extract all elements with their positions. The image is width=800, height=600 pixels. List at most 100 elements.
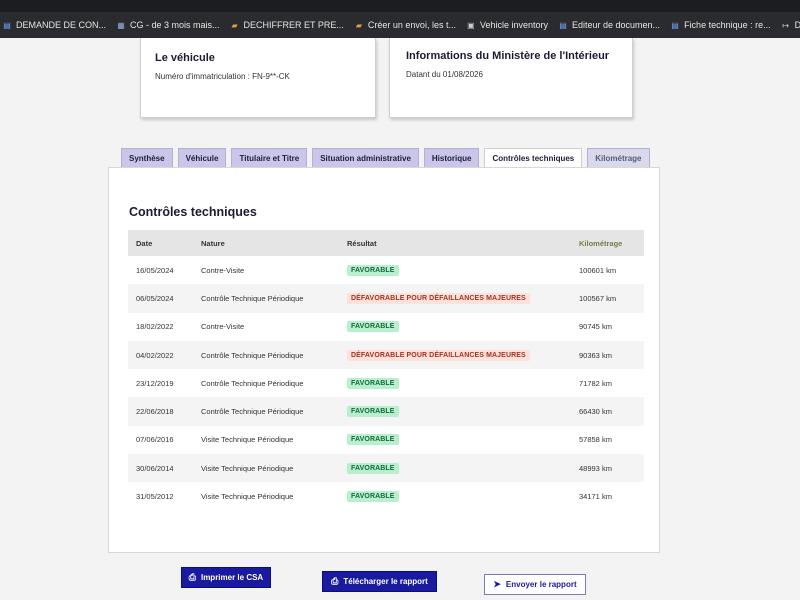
tab-controles-techniques[interactable]: Contrôles techniques (484, 148, 583, 167)
tab-kilometrage[interactable]: Kilométrage (587, 148, 650, 167)
cell-date: 18/02/2022 (136, 322, 174, 332)
ministry-card: Informations du Ministère de l'Intérieur… (389, 38, 633, 118)
bookmark-label: Fiche technique : re... (684, 20, 771, 30)
folder-icon: ▰ (231, 20, 238, 30)
browser-top-strip (0, 0, 800, 12)
header-nature: Nature (193, 230, 339, 256)
print-csa-label: Imprimer le CSA (200, 573, 264, 582)
printer-icon: ⎙ (188, 572, 196, 582)
bookmark-item[interactable]: ▤ DEMANDE DE CON... (2, 20, 106, 30)
grid-icon: ▦ (117, 20, 125, 30)
header-date: Date (128, 230, 193, 256)
ministry-date: Datant du 01/08/2026 (406, 70, 483, 79)
registration-number: Numéro d'immatriculation : FN-9**-CK (155, 72, 290, 81)
bookmark-item[interactable]: ▣ Vehicle inventory (466, 20, 548, 30)
table-header-row: Date Nature Résultat Kilométrage (128, 230, 644, 256)
table-row: 23/12/2019 Contrôle Technique Périodique F… (128, 369, 644, 397)
controles-panel: Contrôles techniques Date Nature Résulta… (108, 167, 660, 553)
download-report-button[interactable]: ⎙ Télécharger le rapport (322, 571, 437, 592)
status-badge: FAVORABLE (347, 321, 399, 333)
cell-kilometrage: 100567 km (571, 284, 644, 313)
table-row: 16/05/2024 Contre-Visite FAVORABLE 100601 k… (128, 256, 644, 284)
status-badge: FAVORABLE (347, 462, 399, 474)
bookmark-label: DEMANDE DE CON... (794, 20, 800, 30)
cell-resultat: FAVORABLE (339, 369, 571, 397)
cell-nature: Contrôle Technique Périodique (193, 340, 339, 370)
tab-titulaire[interactable]: Titulaire et Titre (231, 148, 308, 167)
bookmark-item[interactable]: ▤ Fiche technique : re... (670, 20, 771, 30)
tab-situation-administrative[interactable]: Situation administrative (312, 148, 419, 167)
download-report-label: Télécharger le rapport (343, 577, 428, 586)
bookmark-item[interactable]: ▦ CG - de 3 mois mais... (116, 20, 219, 30)
cell-resultat: DÉFAVORABLE POUR DÉFAILLANCES MAJEURES (339, 340, 571, 370)
status-badge: FAVORABLE (347, 406, 399, 418)
cell-resultat: FAVORABLE (339, 426, 571, 454)
status-badge: FAVORABLE (347, 491, 399, 503)
cell-resultat: FAVORABLE (339, 256, 571, 284)
table-row: 31/05/2012 Visite Technique Périodique FAV… (128, 482, 644, 510)
cell-kilometrage: 57858 km (579, 435, 612, 445)
controles-table: Date Nature Résultat Kilométrage 16/05/2… (128, 230, 644, 511)
status-badge: DÉFAVORABLE POUR DÉFAILLANCES MAJEURES (347, 349, 530, 361)
cell-date: 22/06/2018 (128, 397, 193, 426)
cell-kilometrage: 90745 km (579, 322, 612, 332)
doc-icon: ▤ (559, 20, 567, 30)
cell-nature: Visite Technique Périodique (201, 435, 294, 445)
cell-nature: Contre-Visite (201, 265, 245, 275)
tab-bar: Synthèse Véhicule Titulaire et Titre Sit… (121, 148, 650, 167)
cell-resultat: FAVORABLE (339, 313, 571, 341)
vehicle-card: Le véhicule Numéro d'immatriculation : F… (140, 38, 376, 118)
cell-nature: Visite Technique Périodique (193, 454, 339, 483)
vehicle-card-title: Le véhicule (155, 52, 215, 64)
table-row: 30/06/2014 Visite Technique Périodique FAV… (128, 454, 644, 483)
cell-date: 31/05/2012 (136, 492, 174, 502)
cell-date: 23/12/2019 (136, 378, 174, 388)
doc-icon: ▤ (671, 20, 679, 30)
tab-vehicule[interactable]: Véhicule (177, 148, 227, 167)
cell-nature: Contrôle Technique Périodique (201, 378, 304, 388)
cell-kilometrage: 48993 km (571, 454, 644, 483)
status-badge: FAVORABLE (347, 434, 399, 446)
tab-synthese[interactable]: Synthèse (121, 148, 173, 167)
table-row: 22/06/2018 Contrôle Technique Périodique F… (128, 397, 644, 426)
header-kilometrage: Kilométrage (571, 230, 644, 256)
cell-kilometrage: 100601 km (579, 265, 617, 275)
car-icon: ▣ (467, 20, 475, 30)
cell-nature: Visite Technique Périodique (201, 492, 294, 502)
cell-nature: Contrôle Technique Périodique (193, 284, 339, 313)
send-report-label: Envoyer le rapport (505, 580, 577, 589)
printer-icon: ⎙ (331, 576, 339, 586)
bookmark-item[interactable]: ▤ Editeur de documen... (558, 20, 660, 30)
status-badge: FAVORABLE (347, 264, 399, 276)
cell-date: 04/02/2022 (128, 340, 193, 370)
bookmarks-bar: ▤ DEMANDE DE CON... ▦ CG - de 3 mois mais..… (0, 12, 800, 38)
status-badge: FAVORABLE (347, 377, 399, 389)
arrow-icon: ↦ (782, 20, 789, 30)
cell-kilometrage: 34171 km (579, 492, 612, 502)
cell-resultat: FAVORABLE (339, 454, 571, 483)
ministry-card-title: Informations du Ministère de l'Intérieur (406, 50, 610, 62)
cell-date: 30/06/2014 (128, 454, 193, 483)
cell-date: 07/06/2016 (136, 435, 174, 445)
bookmark-item[interactable]: ▰ DECHIFFRER ET PRE... (230, 20, 344, 30)
send-report-button[interactable]: ➤ Envoyer le rapport (484, 574, 586, 595)
cell-nature: Contrôle Technique Périodique (193, 397, 339, 426)
table-row: 18/02/2022 Contre-Visite FAVORABLE 90745 km (128, 313, 644, 341)
tab-historique[interactable]: Historique (423, 148, 480, 167)
bookmark-label: Vehicle inventory (479, 20, 548, 30)
bookmark-item[interactable]: ▰ Créer un envoi, les t... (354, 20, 456, 30)
bookmark-item[interactable]: ↦ DEMANDE DE CON... (781, 20, 800, 30)
bookmark-label: Editeur de documen... (572, 20, 661, 30)
table-row: 06/05/2024 Contrôle Technique Périodique D… (128, 284, 644, 313)
bookmark-label: DECHIFFRER ET PRE... (243, 20, 344, 30)
send-icon: ➤ (493, 579, 501, 589)
status-badge: DÉFAVORABLE POUR DÉFAILLANCES MAJEURES (347, 292, 530, 304)
cell-resultat: FAVORABLE (339, 482, 571, 510)
folder-icon: ▰ (355, 20, 362, 30)
table-row: 07/06/2016 Visite Technique Périodique FAV… (128, 426, 644, 454)
doc-icon: ▤ (3, 20, 11, 30)
cell-resultat: DÉFAVORABLE POUR DÉFAILLANCES MAJEURES (339, 284, 571, 313)
table-row: 04/02/2022 Contrôle Technique Périodique D… (128, 340, 644, 370)
print-csa-button[interactable]: ⎙ Imprimer le CSA (181, 567, 271, 588)
bookmark-label: DEMANDE DE CON... (16, 20, 107, 30)
